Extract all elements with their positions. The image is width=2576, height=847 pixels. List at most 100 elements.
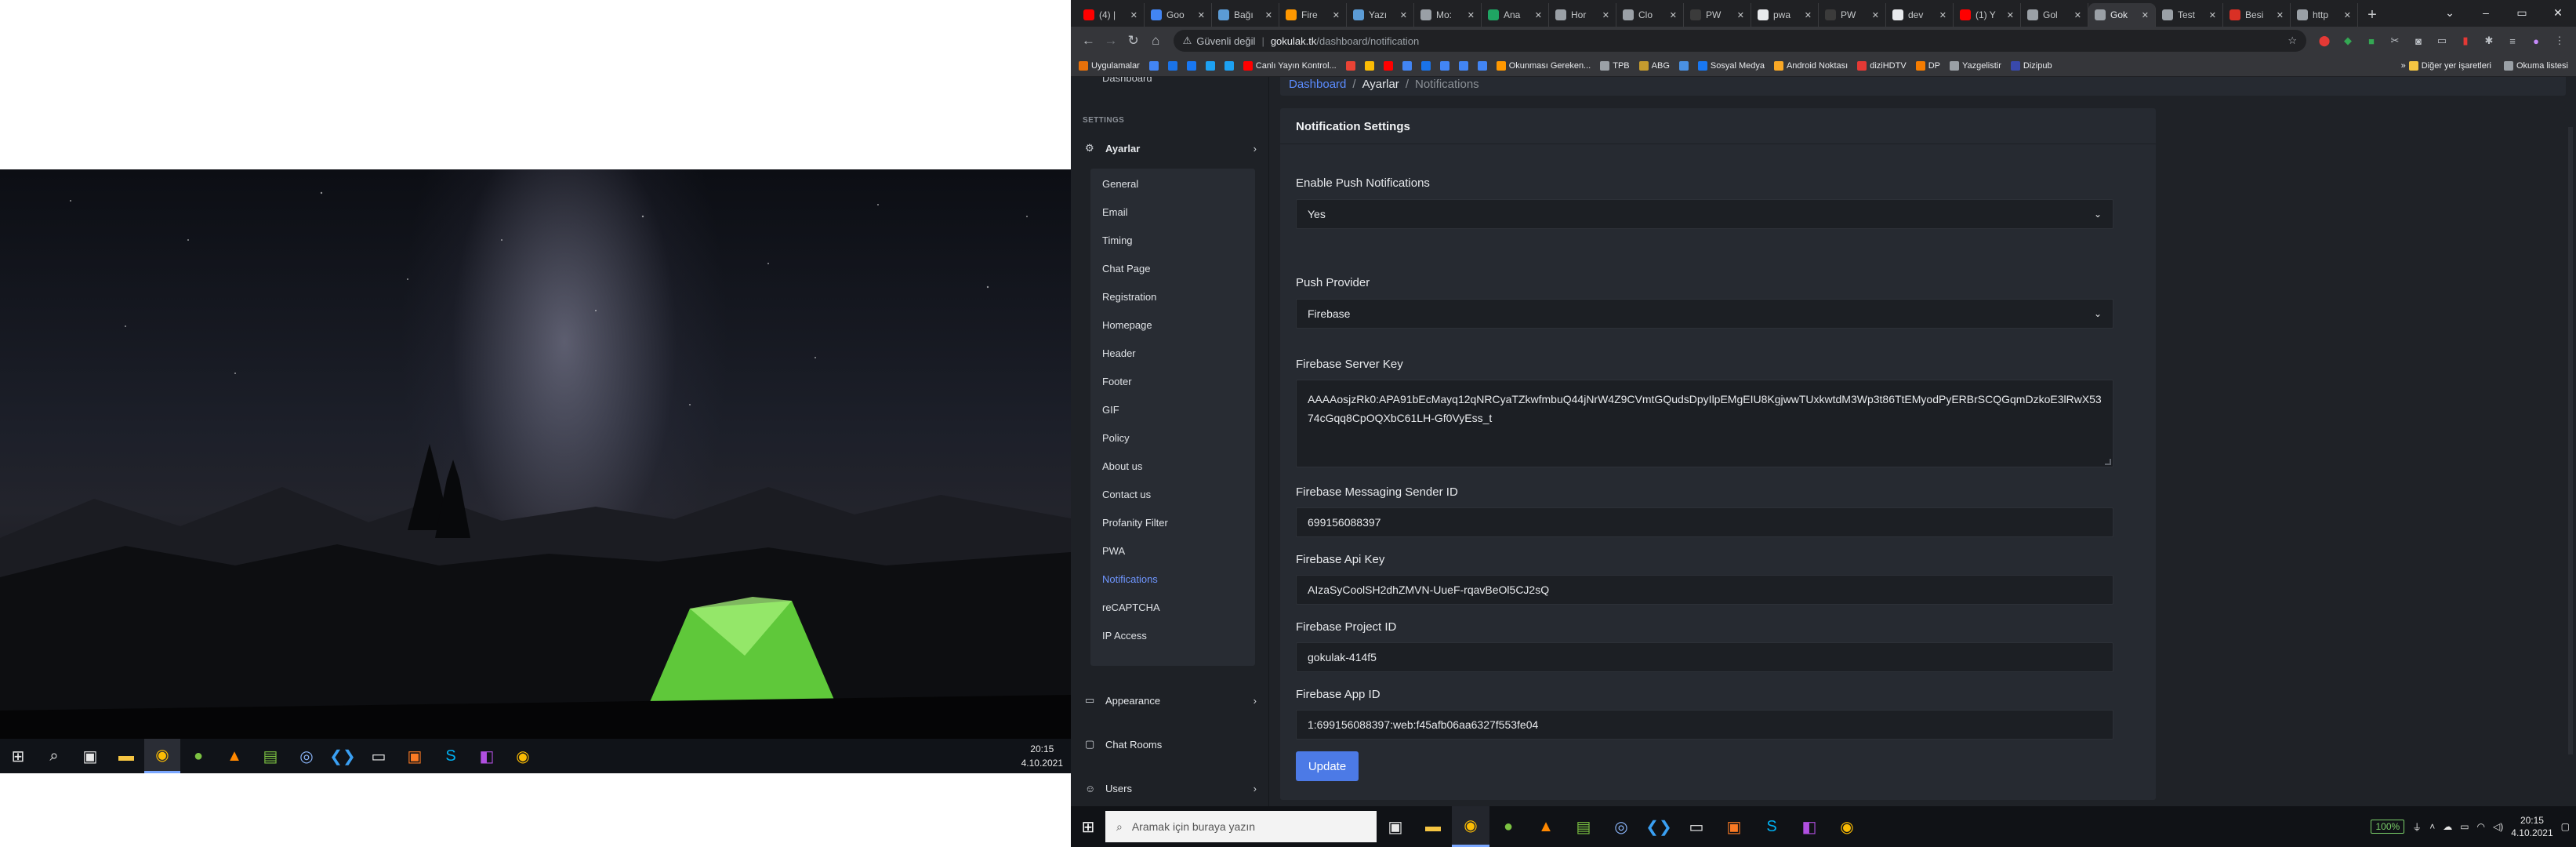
browser-tab[interactable]: Mo: ✕ [1414,3,1482,27]
app-icon[interactable]: ◧ [1791,806,1828,847]
tab-close-icon[interactable]: ✕ [1468,10,1475,20]
enable-push-select[interactable]: Yes ⌄ [1296,199,2113,229]
browser-tab[interactable]: Test ✕ [2156,3,2223,27]
bookmark-item[interactable] [1420,60,1431,71]
puzzle-icon[interactable]: ✱ [2479,31,2499,51]
right-clock[interactable]: 20:15 4.10.2021 [2511,814,2552,839]
xampp-icon[interactable]: ▣ [397,739,433,773]
notepad-icon[interactable]: ▤ [252,739,288,773]
wifi-icon[interactable]: ◠ [2477,821,2485,832]
notepad-icon[interactable]: ▤ [1565,806,1602,847]
bookmark-item[interactable]: Canlı Yayın Kontrol... [1243,60,1337,71]
bookmark-item[interactable] [1186,60,1196,71]
tab-close-icon[interactable]: ✕ [1130,10,1137,20]
browser-tab[interactable]: Besi ✕ [2223,3,2291,27]
tab-close-icon[interactable]: ✕ [1872,10,1879,20]
browser-tab[interactable]: pwa ✕ [1751,3,1819,27]
usb-icon[interactable]: ⏚ [2412,820,2422,834]
bookmark-item[interactable] [1224,60,1234,71]
file-explorer-icon[interactable]: ▬ [1414,806,1452,847]
network-icon[interactable]: ☁ [2443,821,2452,832]
android-app-icon[interactable]: ● [180,739,216,773]
submenu-item-timing[interactable]: Timing [1102,234,1133,246]
tab-close-icon[interactable]: ✕ [1198,10,1205,20]
windows-start-icon[interactable]: ⊞ [0,739,36,773]
xampp-icon[interactable]: ▣ [1715,806,1753,847]
browser-tab[interactable]: PW ✕ [1819,3,1886,27]
browser-tab[interactable]: Gok ✕ [2088,3,2156,27]
tab-close-icon[interactable]: ✕ [1265,10,1272,20]
bookmark-star-icon[interactable]: ☆ [2288,35,2297,47]
reading-list[interactable]: Okuma listesi [2503,60,2568,71]
tab-close-icon[interactable]: ✕ [1535,10,1542,20]
skype-icon[interactable]: S [1753,806,1791,847]
minimize-button[interactable]: – [2468,0,2504,25]
tab-close-icon[interactable]: ✕ [1602,10,1609,20]
reload-icon[interactable]: ↻ [1122,29,1145,53]
tab-close-icon[interactable]: ✕ [1939,10,1947,20]
tab-search-icon[interactable]: ⌄ [2432,0,2468,25]
profile-avatar[interactable]: ● [2526,31,2546,51]
submenu-item-registration[interactable]: Registration [1102,291,1156,303]
tab-close-icon[interactable]: ✕ [1805,10,1812,20]
chrome-icon[interactable]: ◉ [1828,806,1866,847]
tab-close-icon[interactable]: ✕ [1400,10,1407,20]
terminal-icon[interactable]: ▭ [1678,806,1715,847]
back-icon[interactable]: ← [1077,29,1100,53]
tab-close-icon[interactable]: ✕ [2142,10,2149,20]
bookmark-item[interactable]: Sosyal Medya [1697,60,1765,71]
obs-icon[interactable]: ◎ [1602,806,1640,847]
obs-icon[interactable]: ◎ [288,739,325,773]
pdf-icon[interactable]: ▮ [2455,31,2476,51]
bookmark-item[interactable]: ABG [1638,60,1670,71]
bookmark-item[interactable]: Yazgelistir [1949,60,2001,71]
task-view-icon[interactable]: ▣ [72,739,108,773]
forward-icon[interactable]: → [1100,29,1123,53]
browser-tab[interactable]: Yazı ✕ [1347,3,1414,27]
bookmark-item[interactable]: Okunması Gereken... [1496,60,1591,71]
push-provider-select[interactable]: Firebase ⌄ [1296,299,2113,329]
other-bookmarks[interactable]: » Diğer yer işaretleri [2401,60,2491,71]
browser-tab[interactable]: Goo ✕ [1145,3,1212,27]
bookmark-item[interactable]: Uygulamalar [1079,60,1140,71]
extension-icon[interactable]: ■ [2361,31,2382,51]
submenu-item-about-us[interactable]: About us [1102,460,1142,472]
extension-icon[interactable]: ◆ [2338,31,2358,51]
browser-tab[interactable]: Ana ✕ [1482,3,1549,27]
submenu-item-general[interactable]: General [1102,178,1138,190]
battery-icon[interactable]: ▭ [2460,821,2469,832]
browser-tab[interactable]: Clo ✕ [1616,3,1684,27]
extension-icon[interactable]: ✂ [2385,31,2405,51]
task-view-icon[interactable]: ▣ [1377,806,1414,847]
address-bar[interactable]: ⚠ Güvenli değil | gokulak.tk/dashboard/n… [1173,30,2306,52]
bookmark-item[interactable]: diziHDTV [1857,60,1907,71]
security-label[interactable]: Güvenli değil [1196,35,1255,47]
bookmark-item[interactable] [1345,60,1355,71]
sidebar-item-users[interactable]: ☺ Users › [1071,773,1269,803]
app-id-input[interactable]: 1:699156088397:web:f45afb06aa6327f553fe0… [1296,710,2113,740]
submenu-item-footer[interactable]: Footer [1102,376,1132,387]
bookmark-item[interactable] [1439,60,1449,71]
submenu-item-chat-page[interactable]: Chat Page [1102,263,1150,274]
project-id-input[interactable]: gokulak-414f5 [1296,642,2113,672]
bookmark-item[interactable] [1477,60,1487,71]
tab-close-icon[interactable]: ✕ [1670,10,1677,20]
bookmark-item[interactable] [1678,60,1689,71]
vscode-icon[interactable]: ❮❯ [1640,806,1678,847]
camera-icon[interactable]: ◙ [2408,31,2429,51]
submenu-item-profanity-filter[interactable]: Profanity Filter [1102,517,1168,529]
new-tab-button[interactable]: + [2358,3,2386,27]
bookmark-item[interactable]: DP [1915,60,1940,71]
bookmark-item[interactable] [1383,60,1393,71]
android-app-icon[interactable]: ● [1489,806,1527,847]
extension-icon[interactable]: ▭ [2432,31,2452,51]
adblock-icon[interactable]: ⬤ [2314,31,2335,51]
browser-tab[interactable]: PW ✕ [1684,3,1751,27]
tab-close-icon[interactable]: ✕ [2209,10,2216,20]
chrome-icon[interactable]: ◉ [1452,806,1489,847]
sidebar-item-dashboard[interactable]: Dashboard [1102,77,1152,84]
volume-icon[interactable]: ◁) [2493,821,2503,832]
submenu-item-pwa[interactable]: PWA [1102,545,1125,557]
submenu-item-gif[interactable]: GIF [1102,404,1119,416]
submenu-item-email[interactable]: Email [1102,206,1128,218]
